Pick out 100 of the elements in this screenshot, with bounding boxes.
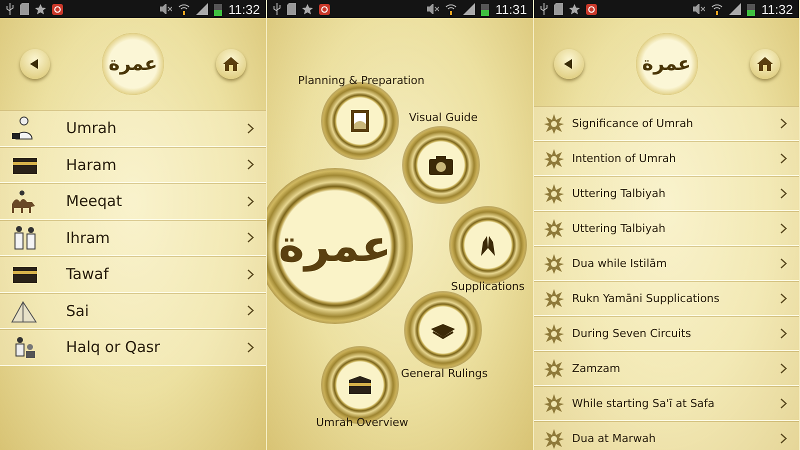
topic-label: During Seven Circuits <box>572 327 692 340</box>
star-ornament-icon <box>544 288 564 308</box>
back-button[interactable] <box>554 49 584 79</box>
menu-list-item[interactable]: Haram <box>0 146 266 183</box>
chevron-right-icon <box>247 305 254 316</box>
back-arrow-icon <box>564 59 574 69</box>
topic-list-item[interactable]: Significance of Umrah <box>534 106 799 141</box>
muted-icon <box>160 4 172 14</box>
star-icon <box>35 4 46 14</box>
topic-label: While starting Sa'ī at Safa <box>572 397 716 410</box>
star-ornament-icon <box>544 254 564 274</box>
chevron-right-icon <box>780 293 787 304</box>
menu-item-label: Ihram <box>66 228 111 247</box>
status-time: 11:31 <box>495 2 527 16</box>
topic-label: Intention of Umrah <box>572 152 677 165</box>
home-button[interactable] <box>750 49 780 79</box>
menu-item-label: Meeqat <box>66 192 123 210</box>
topic-label: Uttering Talbiyah <box>572 222 666 235</box>
topic-list-item[interactable]: Zamzam <box>534 351 799 386</box>
usb-icon <box>540 3 548 15</box>
home-button[interactable] <box>216 49 246 79</box>
menu-item-label: Halq or Qasr <box>66 338 162 356</box>
logo-text: عمرة <box>108 53 158 75</box>
menu-list-item[interactable]: Sai <box>0 292 266 329</box>
status-time: 11:32 <box>761 2 793 16</box>
topic-label: Significance of Umrah <box>572 117 694 130</box>
star-ornament-icon <box>544 324 564 344</box>
star-ornament-icon <box>544 184 564 204</box>
chevron-right-icon <box>247 196 254 207</box>
menu-list-item[interactable]: Ihram <box>0 220 266 256</box>
medallion-label[interactable]: Visual Guide <box>409 111 478 124</box>
star-ornament-icon <box>544 358 564 378</box>
menu-list-item[interactable]: Tawaf <box>0 256 266 292</box>
usb-icon <box>273 3 281 15</box>
star-icon <box>569 4 580 14</box>
emblem-calligraphy: عمرة <box>278 220 392 272</box>
star-ornament-icon <box>544 148 564 168</box>
wifi-icon <box>711 3 724 15</box>
star-ornament-icon <box>544 114 564 134</box>
back-arrow-icon <box>30 59 40 69</box>
menu-item-label: Tawaf <box>66 265 110 284</box>
signal-icon <box>729 3 742 15</box>
chevron-right-icon <box>247 342 254 353</box>
star-ornament-icon <box>544 394 564 414</box>
menu-item-label: Haram <box>66 156 118 174</box>
sd-card-icon <box>554 3 563 15</box>
chevron-right-icon <box>780 328 787 339</box>
chevron-right-icon <box>780 153 787 164</box>
topic-list-item[interactable]: While starting Sa'ī at Safa <box>534 386 799 421</box>
chevron-right-icon <box>780 188 787 199</box>
medallion-label[interactable]: General Rulings <box>401 367 488 380</box>
status-time: 11:32 <box>228 2 260 16</box>
chevron-right-icon <box>247 232 254 244</box>
topic-label: Dua while Istilām <box>572 257 668 270</box>
battery-icon <box>481 2 490 16</box>
chevron-right-icon <box>780 223 787 234</box>
chevron-right-icon <box>247 159 254 170</box>
menu-list-item[interactable]: Halq or Qasr <box>0 329 266 366</box>
logo-text: عمرة <box>642 53 691 75</box>
battery-icon <box>214 2 222 16</box>
wifi-icon <box>178 3 190 15</box>
chevron-right-icon <box>780 398 787 409</box>
app-notification-icon <box>52 4 63 14</box>
topic-list-item[interactable]: Dua while Istilām <box>534 246 799 281</box>
medallion-label[interactable]: Umrah Overview <box>316 416 408 429</box>
medallion-label[interactable]: Planning & Preparation <box>298 74 424 87</box>
signal-icon <box>463 3 476 15</box>
topic-list-item[interactable]: Uttering Talbiyah <box>534 176 799 211</box>
home-icon <box>223 57 239 71</box>
medallion-label[interactable]: Supplications <box>451 280 525 293</box>
chevron-right-icon <box>780 118 787 129</box>
topic-label: Rukn Yamāni Supplications <box>572 292 721 305</box>
star-ornament-icon <box>544 428 564 448</box>
menu-list-item[interactable]: Umrah <box>0 110 266 146</box>
chevron-right-icon <box>780 433 787 444</box>
topic-list-item[interactable]: Rukn Yamāni Supplications <box>534 281 799 316</box>
menu-item-label: Umrah <box>66 119 118 138</box>
topic-list-item[interactable]: Dua at Marwah <box>534 421 799 450</box>
battery-icon <box>747 2 756 16</box>
wifi-icon <box>445 3 458 15</box>
topic-list-item[interactable]: Intention of Umrah <box>534 141 799 176</box>
app-notification-icon <box>586 4 597 14</box>
chevron-right-icon <box>780 258 787 269</box>
muted-icon <box>693 4 706 14</box>
chevron-right-icon <box>247 268 254 280</box>
chevron-right-icon <box>780 363 787 374</box>
topic-list-item[interactable]: Uttering Talbiyah <box>534 211 799 246</box>
muted-icon <box>427 4 440 14</box>
sd-card-icon <box>287 3 296 15</box>
star-ornament-icon <box>544 218 564 238</box>
usb-icon <box>6 3 14 15</box>
topic-label: Zamzam <box>572 362 622 375</box>
star-icon <box>302 4 313 14</box>
topic-list-item[interactable]: During Seven Circuits <box>534 316 799 351</box>
topic-label: Uttering Talbiyah <box>572 187 666 200</box>
back-button[interactable] <box>20 49 50 79</box>
home-icon <box>756 57 772 71</box>
menu-item-label: Sai <box>66 302 90 320</box>
signal-icon <box>196 3 208 15</box>
menu-list-item[interactable]: Meeqat <box>0 183 266 220</box>
